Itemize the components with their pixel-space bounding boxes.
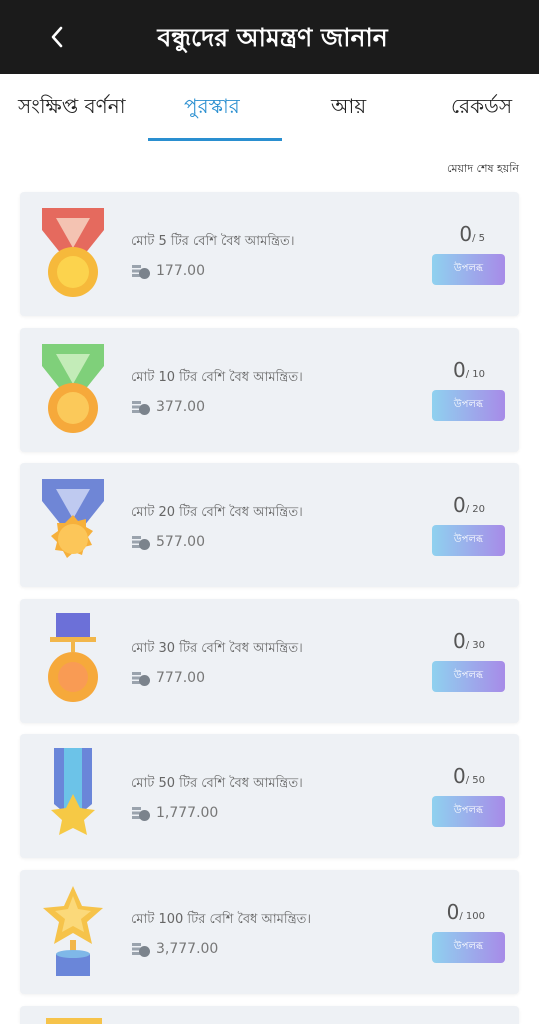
progress-current: 0: [452, 358, 466, 382]
purple-ribbon-medal-icon: [48, 613, 98, 702]
reward-amount-row: 777.00: [131, 669, 205, 687]
tab-rewards[interactable]: পুরস্কার: [184, 92, 240, 125]
reward-amount-row: 577.00: [131, 533, 205, 551]
page-title: বন্ধুদের আমন্ত্রণ জানান: [157, 23, 388, 52]
reward-card: মোট 5 টির বেশি বৈধ আমন্ত্রিত। 177.00 0/ …: [20, 192, 519, 316]
reward-description: মোট 50 টির বেশি বৈধ আমন্ত্রিত।: [131, 776, 303, 791]
reward-amount: 177.00: [156, 263, 205, 279]
progress-total: / 5: [472, 233, 485, 244]
progress-current: 0: [452, 629, 466, 653]
expiry-status: মেয়াদ শেষ হয়নি: [446, 162, 519, 175]
tab-overview[interactable]: সংক্ষিপ্ত বর্ণনা: [18, 92, 126, 125]
star-trophy-icon: [43, 886, 103, 976]
claim-button[interactable]: উপলব্ধ: [432, 390, 505, 421]
claim-button[interactable]: উপলব্ধ: [432, 661, 505, 692]
medal-partial-icon: [46, 1018, 102, 1024]
progress-total: / 10: [465, 369, 485, 380]
invite-progress: 0/ 100: [447, 900, 485, 924]
reward-amount-row: 177.00: [131, 262, 205, 280]
reward-card: মোট 30 টির বেশি বৈধ আমন্ত্রিত। 777.00 0/…: [20, 599, 519, 723]
invite-progress: 0/ 5: [459, 222, 485, 246]
claim-button[interactable]: উপলব্ধ: [432, 254, 505, 285]
active-tab-indicator: [148, 138, 282, 141]
tab-earnings[interactable]: আয়: [331, 92, 366, 125]
coins-icon: [132, 807, 150, 821]
star-ribbon-medal-icon: [51, 748, 95, 835]
coins-icon: [132, 401, 150, 415]
reward-description: মোট 100 টির বেশি বৈধ আমন্ত্রিত।: [131, 912, 312, 927]
progress-current: 0: [452, 493, 466, 517]
reward-amount: 577.00: [156, 534, 205, 550]
progress-total: / 30: [465, 640, 485, 651]
invite-progress: 0/ 50: [453, 764, 485, 788]
reward-card: মোট 10 টির বেশি বৈধ আমন্ত্রিত। 377.00 0/…: [20, 328, 519, 452]
reward-description: মোট 30 টির বেশি বৈধ আমন্ত্রিত।: [131, 641, 303, 656]
invite-progress: 0/ 30: [453, 629, 485, 653]
reward-description: মোট 5 টির বেশি বৈধ আমন্ত্রিত।: [131, 234, 295, 249]
progress-total: / 20: [465, 504, 485, 515]
reward-card-partial: [20, 1006, 519, 1024]
claim-button[interactable]: উপলব্ধ: [432, 932, 505, 963]
blue-ribbon-medal-icon: [42, 479, 104, 558]
coins-icon: [132, 943, 150, 957]
reward-card: মোট 20 টির বেশি বৈধ আমন্ত্রিত। 577.00 0/…: [20, 463, 519, 587]
app-header: বন্ধুদের আমন্ত্রণ জানান: [0, 0, 539, 74]
progress-current: 0: [452, 764, 466, 788]
reward-amount: 1,777.00: [156, 805, 219, 821]
coins-icon: [132, 672, 150, 686]
reward-card: মোট 100 টির বেশি বৈধ আমন্ত্রিত। 3,777.00…: [20, 870, 519, 994]
reward-amount: 777.00: [156, 670, 205, 686]
reward-amount: 3,777.00: [156, 941, 219, 957]
reward-amount: 377.00: [156, 399, 205, 415]
red-ribbon-medal-icon: [42, 208, 104, 297]
coins-icon: [132, 536, 150, 550]
invite-progress: 0/ 10: [453, 358, 485, 382]
progress-current: 0: [446, 900, 460, 924]
claim-button[interactable]: উপলব্ধ: [432, 525, 505, 556]
progress-current: 0: [459, 222, 473, 246]
reward-card: মোট 50 টির বেশি বৈধ আমন্ত্রিত। 1,777.00 …: [20, 734, 519, 858]
tab-records[interactable]: রেকর্ডস: [451, 92, 512, 125]
coins-icon: [132, 265, 150, 279]
invite-progress: 0/ 20: [453, 493, 485, 517]
reward-description: মোট 20 টির বেশি বৈধ আমন্ত্রিত।: [131, 505, 303, 520]
reward-amount-row: 3,777.00: [131, 940, 218, 958]
claim-button[interactable]: উপলব্ধ: [432, 796, 505, 827]
reward-description: মোট 10 টির বেশি বৈধ আমন্ত্রিত।: [131, 370, 303, 385]
progress-total: / 100: [459, 911, 485, 922]
progress-total: / 50: [465, 775, 485, 786]
reward-amount-row: 1,777.00: [131, 804, 218, 822]
green-ribbon-medal-icon: [42, 344, 104, 433]
tab-bar: সংক্ষিপ্ত বর্ণনা পুরস্কার আয় রেকর্ডস: [0, 74, 539, 144]
reward-amount-row: 377.00: [131, 398, 205, 416]
